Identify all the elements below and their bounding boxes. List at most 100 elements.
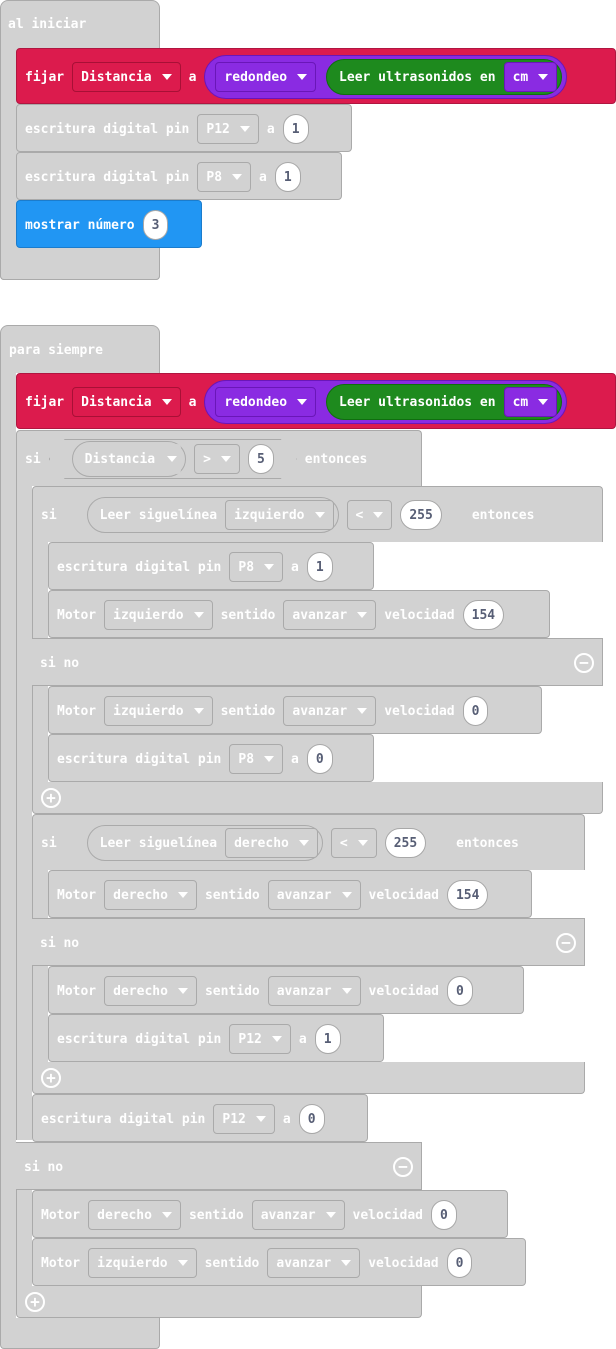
direction-dropdown[interactable]: avanzar xyxy=(267,1248,361,1278)
plus-icon[interactable]: + xyxy=(25,1292,45,1312)
if-else-block[interactable]: si Leer siguelínea derecho < 255 entonce… xyxy=(32,814,585,870)
round-dropdown[interactable]: redondeo xyxy=(215,62,317,92)
plus-icon[interactable]: + xyxy=(41,788,61,808)
line-sensor-reporter[interactable]: Leer siguelínea derecho xyxy=(87,825,323,861)
compare-block[interactable]: Leer siguelínea izquierdo < 255 xyxy=(65,495,464,535)
ultrasonic-read-block[interactable]: Leer ultrasonidos en cm xyxy=(326,59,563,95)
direction-dropdown[interactable]: avanzar xyxy=(267,880,361,910)
pin-dropdown[interactable]: P12 xyxy=(213,1104,275,1134)
direction-dropdown[interactable]: avanzar xyxy=(283,696,377,726)
to-label: a xyxy=(282,1111,291,1127)
if-else-block[interactable]: si Distancia > 5 entonces xyxy=(16,430,422,486)
variable-dropdown[interactable]: Distancia xyxy=(72,387,181,417)
digital-write-block[interactable]: escritura digital pin P12 a 1 xyxy=(16,104,352,152)
digital-write-block[interactable]: escritura digital pin P8 a 0 xyxy=(48,734,374,782)
pin-dropdown[interactable]: P12 xyxy=(229,1024,291,1054)
minus-icon[interactable]: − xyxy=(556,933,576,953)
if-else-block[interactable]: si Leer siguelínea izquierdo < 255 enton… xyxy=(32,486,603,542)
ultrasonic-read-block[interactable]: Leer ultrasonidos en cm xyxy=(326,384,563,420)
minus-icon[interactable]: − xyxy=(574,653,594,673)
chevron-down-icon xyxy=(357,708,368,714)
chevron-down-icon xyxy=(161,1212,172,1218)
minus-icon[interactable]: − xyxy=(393,1157,413,1177)
variable-dropdown[interactable]: Distancia xyxy=(72,62,181,92)
to-label: a xyxy=(188,69,197,85)
unit-dropdown[interactable]: cm xyxy=(503,62,558,92)
if-block-footer: + xyxy=(32,782,603,814)
chevron-down-icon xyxy=(193,612,204,618)
value-input[interactable]: 5 xyxy=(248,444,274,474)
motor-side-dropdown[interactable]: derecho xyxy=(104,976,197,1006)
value-input[interactable]: 255 xyxy=(385,828,426,858)
side-dropdown[interactable]: derecho xyxy=(225,828,318,858)
direction-dropdown[interactable]: avanzar xyxy=(251,1200,345,1230)
compare-block[interactable]: Leer siguelínea derecho < 255 xyxy=(65,823,449,863)
motor-block[interactable]: Motor izquierdo sentido avanzar velocida… xyxy=(48,590,550,638)
variable-reporter[interactable]: Distancia xyxy=(72,441,186,477)
value-input[interactable]: 1 xyxy=(274,162,301,192)
forever-block[interactable]: para siempre xyxy=(0,325,160,373)
value-input[interactable]: 3 xyxy=(142,210,169,240)
speed-label: velocidad xyxy=(368,887,439,903)
round-block[interactable]: redondeo Leer ultrasonidos en cm xyxy=(204,55,568,99)
value-input[interactable]: 0 xyxy=(298,1104,325,1134)
compare-block[interactable]: Distancia > 5 xyxy=(49,439,297,479)
pin-dropdown[interactable]: P8 xyxy=(229,744,284,774)
chevron-down-icon xyxy=(177,892,188,898)
value-input[interactable]: 0 xyxy=(306,744,333,774)
digital-write-block[interactable]: escritura digital pin P12 a 1 xyxy=(48,1014,384,1062)
direction-dropdown[interactable]: avanzar xyxy=(267,976,361,1006)
speed-input[interactable]: 154 xyxy=(446,880,489,910)
motor-side-dropdown[interactable]: izquierdo xyxy=(104,696,213,726)
speed-input[interactable]: 154 xyxy=(462,600,505,630)
motor-side-dropdown[interactable]: izquierdo xyxy=(104,600,213,630)
motor-block[interactable]: Motor derecho sentido avanzar velocidad … xyxy=(32,1190,508,1238)
speed-input[interactable]: 0 xyxy=(430,1200,457,1230)
motor-side-dropdown[interactable]: derecho xyxy=(104,880,197,910)
plus-icon[interactable]: + xyxy=(41,1068,61,1088)
set-variable-block[interactable]: fijar Distancia a redondeo Leer ultrason… xyxy=(16,373,616,429)
pin-dropdown[interactable]: P8 xyxy=(229,552,284,582)
chevron-down-icon xyxy=(341,1260,352,1266)
round-block[interactable]: redondeo Leer ultrasonidos en cm xyxy=(204,380,568,424)
digital-write-block[interactable]: escritura digital pin P8 a 1 xyxy=(48,542,374,590)
set-variable-block[interactable]: fijar Distancia a redondeo Leer ultrason… xyxy=(16,48,616,104)
on-start-label: al iniciar xyxy=(8,16,87,32)
value-input[interactable]: 1 xyxy=(282,114,309,144)
unit-dropdown[interactable]: cm xyxy=(503,387,558,417)
motor-label: Motor xyxy=(57,887,97,903)
motor-block[interactable]: Motor derecho sentido avanzar velocidad … xyxy=(48,870,532,918)
round-dropdown[interactable]: redondeo xyxy=(215,387,317,417)
line-sensor-reporter[interactable]: Leer siguelínea izquierdo xyxy=(87,497,339,533)
motor-block[interactable]: Motor izquierdo sentido avanzar velocida… xyxy=(32,1238,526,1286)
value-input[interactable]: 255 xyxy=(400,500,441,530)
pin-dropdown[interactable]: P8 xyxy=(197,162,252,192)
show-number-block[interactable]: mostrar número 3 xyxy=(16,200,202,248)
operator-dropdown[interactable]: > xyxy=(194,444,240,474)
motor-side-dropdown[interactable]: derecho xyxy=(88,1200,181,1230)
else-label: si no xyxy=(40,655,80,671)
chevron-down-icon xyxy=(297,399,308,405)
digital-write-label: escritura digital pin xyxy=(57,1031,222,1047)
side-dropdown[interactable]: izquierdo xyxy=(225,500,333,530)
speed-input[interactable]: 0 xyxy=(462,696,489,726)
value-input[interactable]: 1 xyxy=(306,552,333,582)
speed-input[interactable]: 0 xyxy=(446,1248,473,1278)
digital-write-block[interactable]: escritura digital pin P12 a 0 xyxy=(32,1094,368,1142)
motor-side-dropdown[interactable]: izquierdo xyxy=(88,1248,197,1278)
chevron-down-icon xyxy=(264,564,275,570)
direction-dropdown[interactable]: avanzar xyxy=(283,600,377,630)
pin-dropdown[interactable]: P12 xyxy=(197,114,259,144)
operator-dropdown[interactable]: < xyxy=(331,828,377,858)
to-label: a xyxy=(259,169,267,185)
chevron-down-icon xyxy=(297,74,308,80)
motor-block[interactable]: Motor izquierdo sentido avanzar velocida… xyxy=(48,686,542,734)
motor-block[interactable]: Motor derecho sentido avanzar velocidad … xyxy=(48,966,524,1014)
chevron-down-icon xyxy=(373,512,383,518)
digital-write-block[interactable]: escritura digital pin P8 a 1 xyxy=(16,152,342,200)
operator-dropdown[interactable]: < xyxy=(347,500,393,530)
value-input[interactable]: 1 xyxy=(314,1024,341,1054)
chevron-down-icon xyxy=(315,512,325,518)
motor-label: Motor xyxy=(41,1207,81,1223)
speed-input[interactable]: 0 xyxy=(446,976,473,1006)
